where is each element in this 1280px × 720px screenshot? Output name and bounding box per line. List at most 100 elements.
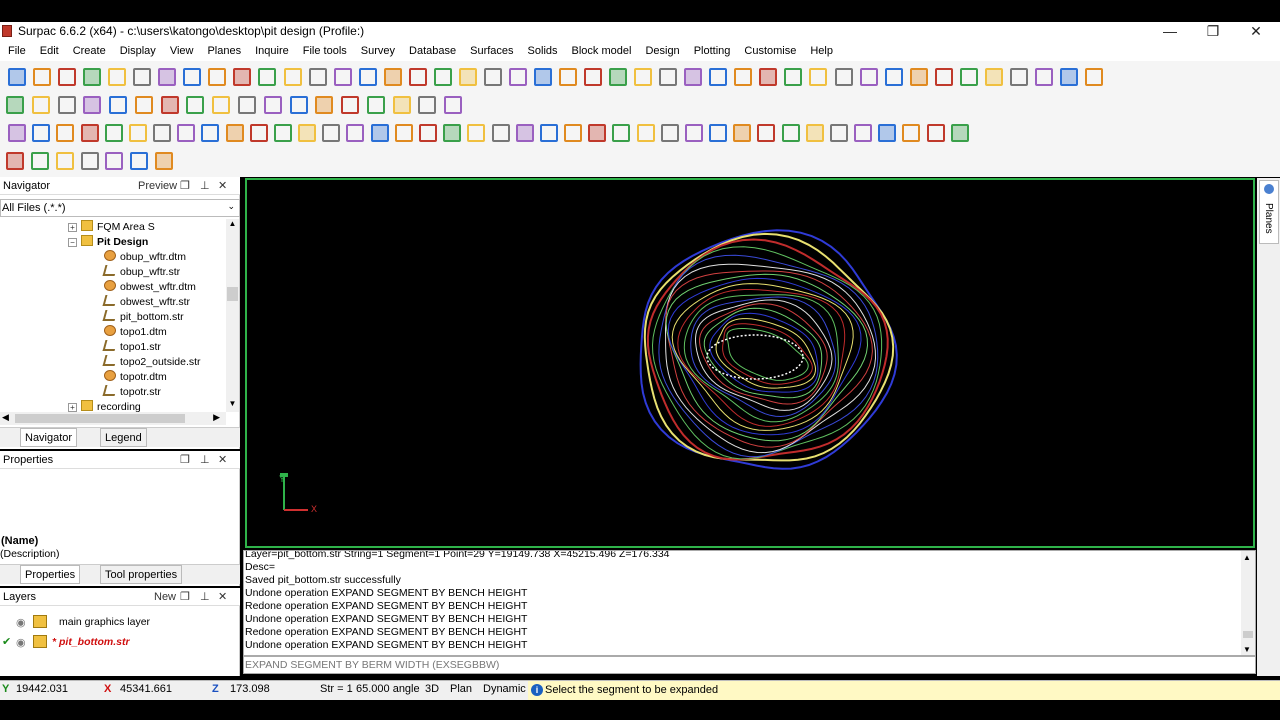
menu-customise[interactable]: Customise xyxy=(744,45,796,57)
toolbar-tool-icon[interactable] xyxy=(177,124,196,142)
tree-item[interactable]: topotr.dtm xyxy=(104,370,167,385)
toolbar-tool-icon[interactable] xyxy=(757,124,776,142)
toolbar-tool-icon[interactable] xyxy=(83,68,102,86)
toolbar-tool-icon[interactable] xyxy=(33,68,52,86)
menu-help[interactable]: Help xyxy=(810,45,833,57)
toolbar-tool-icon[interactable] xyxy=(392,96,411,114)
toolbar-tool-icon[interactable] xyxy=(684,124,703,142)
toolbar-tool-icon[interactable] xyxy=(612,124,631,142)
toolbar-tool-icon[interactable] xyxy=(108,68,127,86)
toolbar-tool-icon[interactable] xyxy=(201,124,220,142)
toolbar-tool-icon[interactable] xyxy=(684,68,703,86)
eye-icon[interactable]: ◉ xyxy=(16,636,26,649)
toolbar-tool-icon[interactable] xyxy=(233,68,252,86)
menu-solids[interactable]: Solids xyxy=(528,45,558,57)
lock-icon[interactable] xyxy=(33,635,47,648)
toolbar-tool-icon[interactable] xyxy=(784,68,803,86)
toolbar-tool-icon[interactable] xyxy=(709,68,728,86)
toolbar-tool-icon[interactable] xyxy=(186,96,205,114)
toolbar-tool-icon[interactable] xyxy=(418,124,437,142)
toolbar-tool-icon[interactable] xyxy=(984,68,1003,86)
tab-properties[interactable]: Properties xyxy=(20,565,81,584)
menu-file-tools[interactable]: File tools xyxy=(303,45,347,57)
menu-view[interactable]: View xyxy=(170,45,194,57)
toolbar-tool-icon[interactable] xyxy=(934,68,953,86)
toolbar-tool-icon[interactable] xyxy=(636,124,655,142)
toolbar-tool-icon[interactable] xyxy=(32,124,51,142)
tree-item[interactable]: topo1.dtm xyxy=(104,325,167,340)
toolbar-tool-icon[interactable] xyxy=(6,96,24,114)
tree-vertical-scrollbar[interactable]: ▲ ▼ xyxy=(226,219,239,412)
toolbar-tool-icon[interactable] xyxy=(467,124,486,142)
toolbar-tool-icon[interactable] xyxy=(30,152,49,170)
check-icon[interactable]: ✔ xyxy=(2,635,11,648)
toolbar-tool-icon[interactable] xyxy=(83,96,102,114)
tree-item[interactable]: pit_bottom.str xyxy=(102,310,184,325)
toolbar-tool-icon[interactable] xyxy=(183,68,202,86)
toolbar-tool-icon[interactable] xyxy=(781,124,800,142)
tree-item[interactable]: − Pit Design xyxy=(68,235,148,250)
toolbar-tool-icon[interactable] xyxy=(559,68,577,86)
toolbar-tool-icon[interactable] xyxy=(809,68,828,86)
toolbar-tool-icon[interactable] xyxy=(104,124,123,142)
toolbar-tool-icon[interactable] xyxy=(884,68,903,86)
tree-item[interactable]: topo2_outside.str xyxy=(102,355,201,370)
toolbar-tool-icon[interactable] xyxy=(155,152,174,170)
toolbar-tool-icon[interactable] xyxy=(153,124,172,142)
collapse-icon[interactable]: − xyxy=(68,238,77,247)
toolbar-tool-icon[interactable] xyxy=(58,68,77,86)
toolbar-tool-icon[interactable] xyxy=(225,124,244,142)
toolbar-tool-icon[interactable] xyxy=(308,68,327,86)
toolbar-tool-icon[interactable] xyxy=(926,124,945,142)
toolbar-tool-icon[interactable] xyxy=(878,124,897,142)
tree-item[interactable]: + recording xyxy=(68,400,141,412)
toolbar-tool-icon[interactable] xyxy=(130,152,149,170)
scroll-thumb[interactable] xyxy=(227,287,238,301)
log-scrollbar[interactable]: ▲ ▼ xyxy=(1241,551,1255,655)
toolbar-tool-icon[interactable] xyxy=(133,68,152,86)
tree-item[interactable]: topo1.str xyxy=(102,340,161,355)
toolbar-tool-icon[interactable] xyxy=(854,124,873,142)
graphics-viewport[interactable]: Y X xyxy=(245,178,1255,548)
toolbar-tool-icon[interactable] xyxy=(634,68,653,86)
lock-icon[interactable] xyxy=(33,615,47,628)
menu-file[interactable]: File xyxy=(8,45,26,57)
scroll-right-icon[interactable]: ▶ xyxy=(213,412,220,423)
toolbar-tool-icon[interactable] xyxy=(109,96,128,114)
float-icon[interactable]: ❐ xyxy=(180,179,190,192)
command-line[interactable]: EXPAND SEGMENT BY BERM WIDTH (EXSEGBBW) xyxy=(243,656,1256,674)
menu-plotting[interactable]: Plotting xyxy=(694,45,731,57)
tab-legend[interactable]: Legend xyxy=(100,428,147,447)
toolbar-tool-icon[interactable] xyxy=(80,152,99,170)
toolbar-tool-icon[interactable] xyxy=(759,68,778,86)
tree-item[interactable]: topotr.str xyxy=(102,385,161,400)
new-layer-button[interactable]: New xyxy=(154,591,176,603)
toolbar-tool-icon[interactable] xyxy=(418,96,437,114)
toolbar-tool-icon[interactable] xyxy=(483,68,502,86)
toolbar-tool-icon[interactable] xyxy=(31,96,50,114)
toolbar-tool-icon[interactable] xyxy=(829,124,848,142)
menu-block-model[interactable]: Block model xyxy=(572,45,632,57)
toolbar-tool-icon[interactable] xyxy=(341,96,360,114)
scroll-left-icon[interactable]: ◀ xyxy=(2,412,9,423)
tab-navigator[interactable]: Navigator xyxy=(20,428,78,447)
toolbar-tool-icon[interactable] xyxy=(56,124,75,142)
toolbar-tool-icon[interactable] xyxy=(584,68,603,86)
toolbar-tool-icon[interactable] xyxy=(6,152,24,170)
pin-icon[interactable]: ⊥ xyxy=(200,590,210,603)
float-icon[interactable]: ❐ xyxy=(180,590,190,603)
toolbar-tool-icon[interactable] xyxy=(249,124,268,142)
toolbar-tool-icon[interactable] xyxy=(289,96,308,114)
toolbar-tool-icon[interactable] xyxy=(433,68,452,86)
menu-surfaces[interactable]: Surfaces xyxy=(470,45,513,57)
dynamic-button[interactable]: Dynamic xyxy=(483,683,526,695)
toolbar-tool-icon[interactable] xyxy=(458,68,477,86)
toolbar-tool-icon[interactable] xyxy=(383,68,402,86)
close-icon[interactable]: ✕ xyxy=(218,590,227,603)
scroll-thumb[interactable] xyxy=(15,414,185,423)
toolbar-tool-icon[interactable] xyxy=(358,68,377,86)
menu-display[interactable]: Display xyxy=(120,45,156,57)
toolbar-tool-icon[interactable] xyxy=(959,68,978,86)
minimize-button[interactable]: — xyxy=(1150,22,1190,40)
toolbar-tool-icon[interactable] xyxy=(1009,68,1028,86)
